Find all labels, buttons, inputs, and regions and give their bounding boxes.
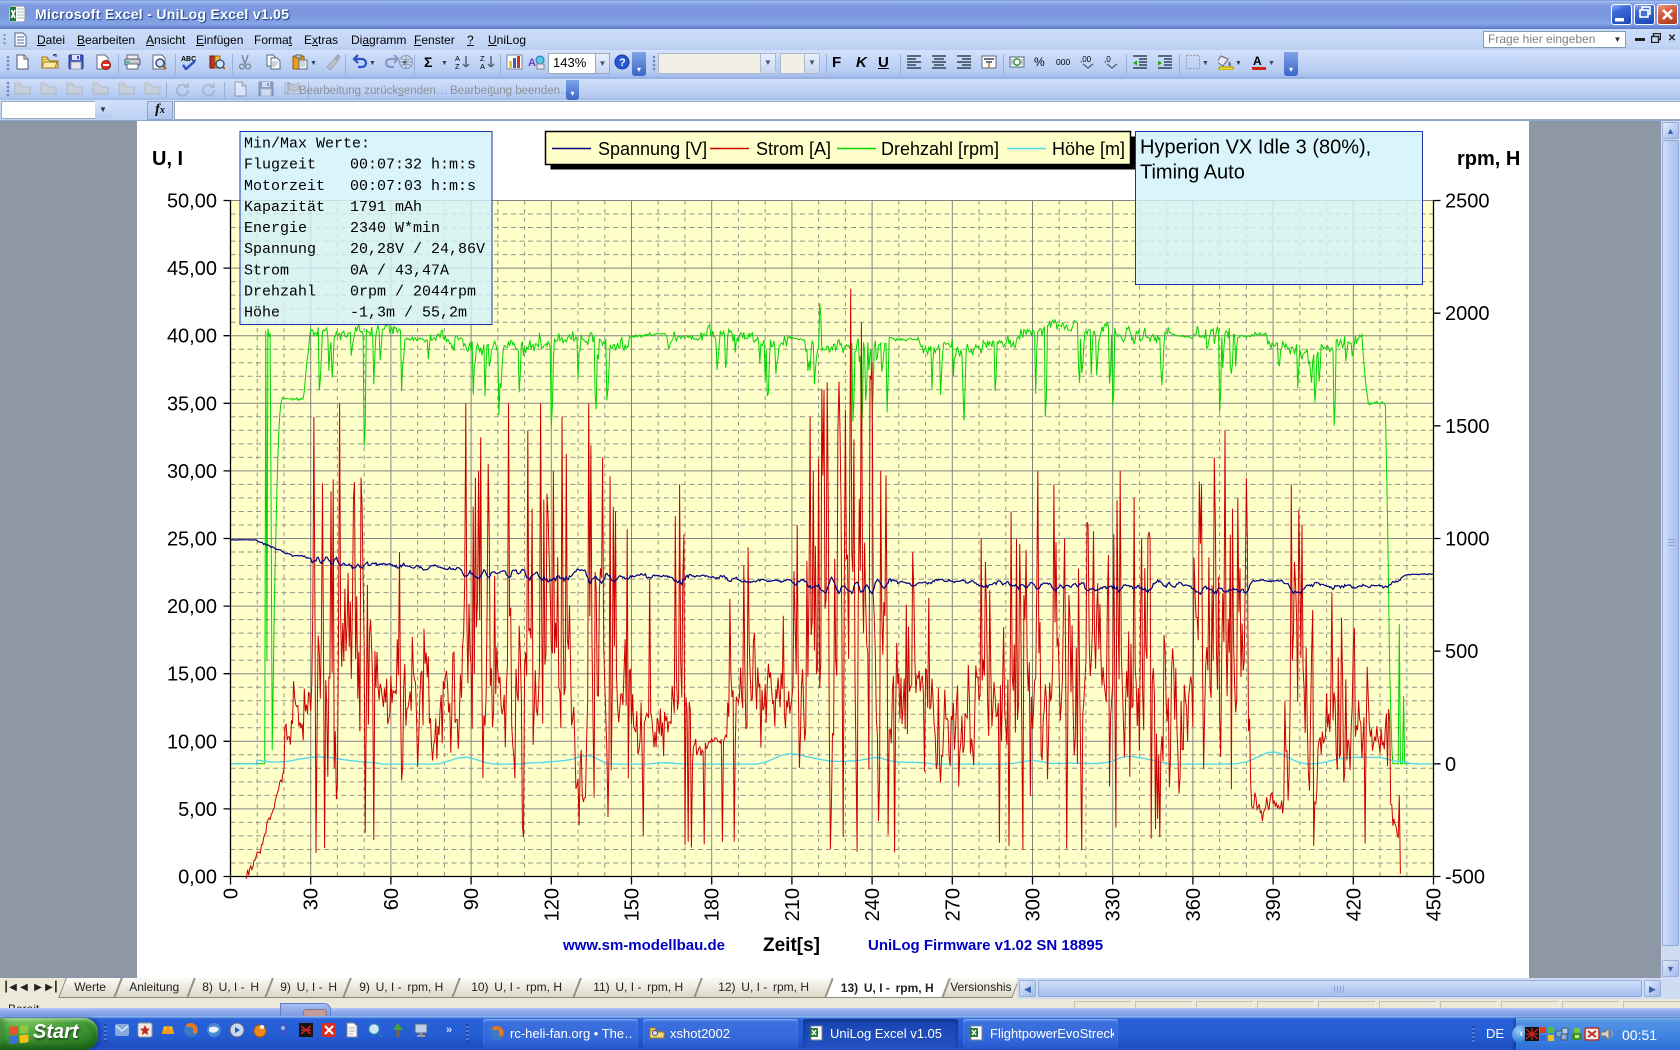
svg-text:rpm, H: rpm, H — [1457, 148, 1520, 170]
svg-text:5,00: 5,00 — [178, 799, 217, 821]
svg-text:450: 450 — [1424, 888, 1446, 921]
svg-text:Höhe: Höhe — [244, 305, 280, 322]
svg-text:Drehzahl: Drehzahl — [244, 284, 316, 301]
svg-text:Flugzeit: Flugzeit — [244, 157, 316, 174]
svg-text:210: 210 — [782, 888, 804, 921]
svg-text:40,00: 40,00 — [167, 326, 217, 348]
svg-text:30,00: 30,00 — [167, 461, 217, 483]
svg-text:Spannung: Spannung — [244, 241, 316, 258]
svg-text:0A / 43,47A: 0A / 43,47A — [350, 262, 449, 279]
svg-text:,00: ,00 — [1080, 55, 1092, 64]
svg-text:Drehzahl [rpm]: Drehzahl [rpm] — [881, 139, 999, 159]
svg-text:00:07:32 h:m:s: 00:07:32 h:m:s — [350, 157, 476, 174]
svg-text:Strom [A]: Strom [A] — [756, 139, 831, 159]
svg-text:UniLog Firmware v1.02 SN 18895: UniLog Firmware v1.02 SN 18895 — [868, 937, 1103, 954]
svg-text:-1,3m / 55,2m: -1,3m / 55,2m — [350, 305, 467, 322]
svg-text:,0: ,0 — [1104, 55, 1111, 64]
svg-text:1791 mAh: 1791 mAh — [350, 199, 422, 216]
svg-text:Spannung [V]: Spannung [V] — [598, 139, 707, 159]
svg-text:Z: Z — [455, 62, 460, 70]
svg-text:270: 270 — [942, 888, 964, 921]
svg-text:390: 390 — [1263, 888, 1285, 921]
svg-text:500: 500 — [1445, 641, 1478, 663]
svg-text:50,00: 50,00 — [167, 191, 217, 213]
svg-text:Höhe [m]: Höhe [m] — [1052, 139, 1125, 159]
svg-text:2500: 2500 — [1445, 191, 1490, 213]
svg-text:?: ? — [619, 57, 626, 69]
svg-text:0: 0 — [1445, 754, 1456, 776]
svg-text:20,28V / 24,86V: 20,28V / 24,86V — [350, 241, 485, 258]
svg-text:30: 30 — [301, 888, 323, 910]
svg-text:0,00: 0,00 — [178, 867, 217, 889]
svg-text:2340 W*min: 2340 W*min — [350, 220, 440, 237]
svg-text:A: A — [1253, 54, 1262, 68]
svg-text:360: 360 — [1183, 888, 1205, 921]
svg-text:0: 0 — [221, 888, 243, 899]
svg-text:Kapazität: Kapazität — [244, 199, 325, 216]
svg-text:1000: 1000 — [1445, 529, 1490, 551]
svg-text:120: 120 — [541, 888, 563, 921]
svg-text:300: 300 — [1023, 888, 1045, 921]
svg-text:Strom: Strom — [244, 262, 289, 279]
svg-text:Hyperion VX Idle 3 (80%),: Hyperion VX Idle 3 (80%), — [1140, 137, 1371, 159]
svg-text:35,00: 35,00 — [167, 393, 217, 415]
svg-text:180: 180 — [702, 888, 724, 921]
svg-text:Min/Max Werte:: Min/Max Werte: — [244, 136, 370, 153]
svg-text:A: A — [480, 62, 485, 70]
svg-text:15,00: 15,00 — [167, 664, 217, 686]
svg-text:00:07:03 h:m:s: 00:07:03 h:m:s — [350, 178, 476, 195]
svg-text:2000: 2000 — [1445, 303, 1490, 325]
svg-text:420: 420 — [1343, 888, 1365, 921]
svg-text:www.sm-modellbau.de: www.sm-modellbau.de — [562, 937, 725, 954]
svg-text:Timing Auto: Timing Auto — [1140, 162, 1245, 184]
svg-text:0rpm / 2044rpm: 0rpm / 2044rpm — [350, 284, 476, 301]
svg-text:A: A — [528, 57, 536, 69]
svg-text:150: 150 — [622, 888, 644, 921]
svg-text:%: % — [1034, 55, 1045, 69]
svg-text:45,00: 45,00 — [167, 258, 217, 280]
svg-text:330: 330 — [1103, 888, 1125, 921]
svg-text:10,00: 10,00 — [167, 731, 217, 753]
svg-text:U, I: U, I — [152, 148, 183, 170]
svg-text:000: 000 — [1056, 57, 1070, 67]
svg-text:Σ: Σ — [424, 54, 432, 70]
svg-text:90: 90 — [461, 888, 483, 910]
svg-text:-500: -500 — [1445, 867, 1485, 889]
svg-text:Zeit[s]: Zeit[s] — [763, 935, 820, 956]
svg-text:25,00: 25,00 — [167, 529, 217, 551]
svg-text:1500: 1500 — [1445, 416, 1490, 438]
svg-text:Motorzeit: Motorzeit — [244, 178, 325, 195]
svg-text:60: 60 — [381, 888, 403, 910]
svg-text:240: 240 — [862, 888, 884, 921]
svg-text:Energie: Energie — [244, 220, 307, 237]
svg-text:20,00: 20,00 — [167, 596, 217, 618]
